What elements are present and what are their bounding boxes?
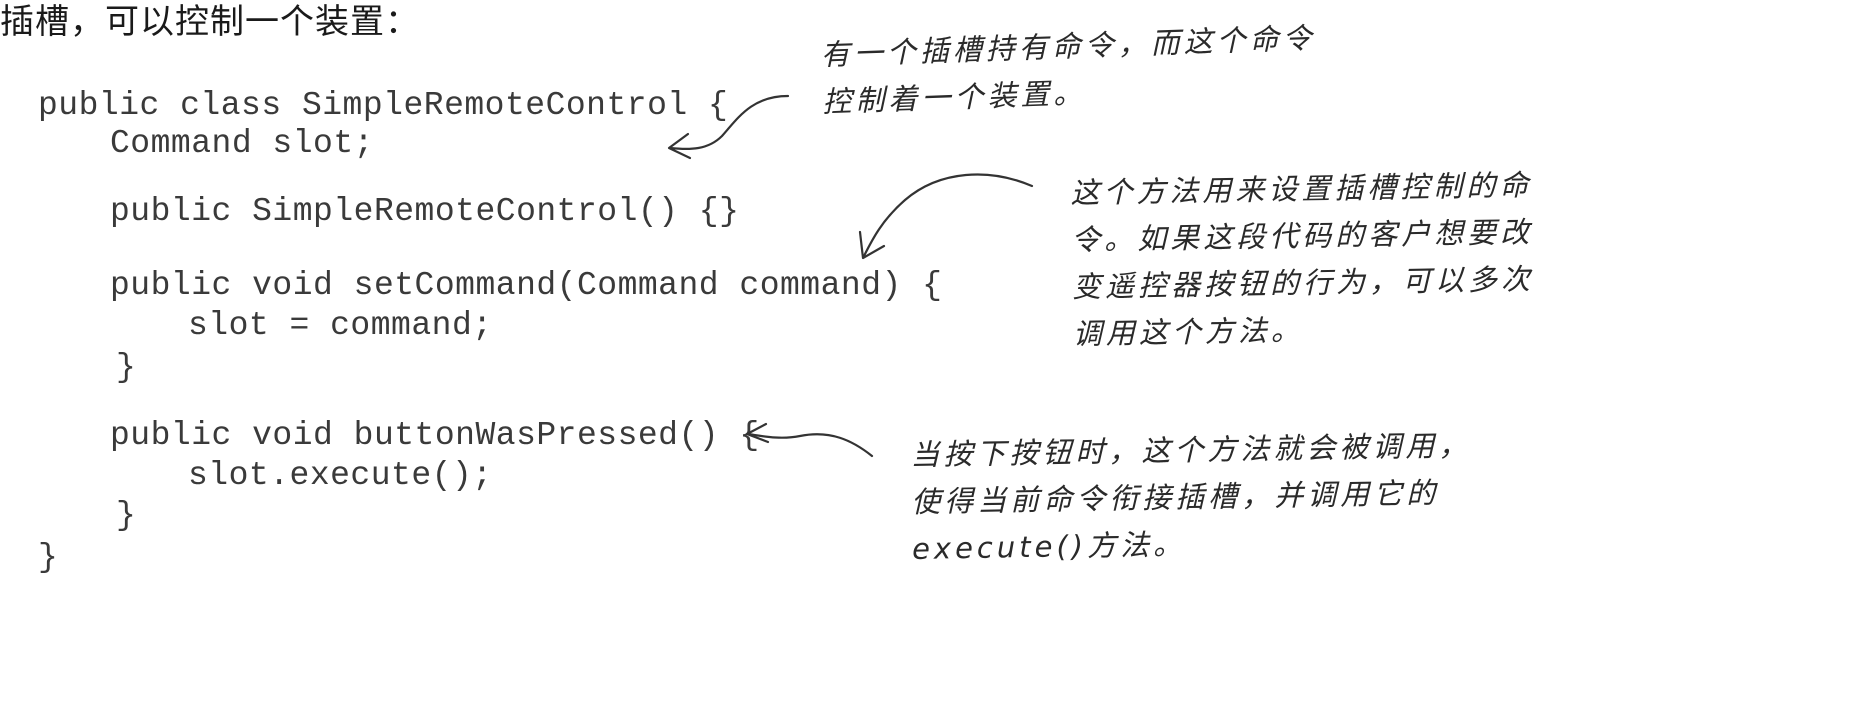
- annotation-button-pressed-line-3: execute()方法。: [911, 527, 1187, 566]
- intro-text: 插槽，可以控制一个装置：: [0, 2, 420, 42]
- arrowhead-slot-field: [667, 132, 692, 160]
- annotation-slot: 有一个插槽持有命令，而这个命令 控制着一个装置。: [820, 15, 1318, 126]
- code-line-buttonwaspressed-signature: public void buttonWasPressed() {: [110, 417, 760, 454]
- code-line-class-close: }: [38, 539, 59, 576]
- annotation-set-command-line-3: 变遥控器按钮的行为，可以多次: [1071, 261, 1535, 304]
- arrowhead-setcommand: [858, 230, 886, 260]
- code-line-buttonwaspressed-close: }: [116, 497, 137, 534]
- code-line-slot-field: Command slot;: [110, 125, 374, 162]
- code-line-setcommand-close: }: [116, 349, 137, 386]
- annotation-set-command: 这个方法用来设置插槽控制的命 令。如果这段代码的客户想要改 变遥控器按钮的行为，…: [1070, 162, 1535, 358]
- code-line-slot-assignment: slot = command;: [188, 307, 493, 344]
- arrow-to-buttonwaspressed: [746, 432, 874, 458]
- arrow-to-setcommand: [862, 173, 1034, 258]
- code-line-setcommand-signature: public void setCommand(Command command) …: [110, 267, 943, 304]
- code-line-slot-execute: slot.execute();: [188, 457, 493, 494]
- annotation-set-command-line-1: 这个方法用来设置插槽控制的命: [1070, 167, 1533, 210]
- annotation-button-pressed: 当按下按钮时，这个方法就会被调用， 使得当前命令衔接插槽，并调用它的 execu…: [910, 422, 1473, 573]
- annotation-button-pressed-line-2: 使得当前命令衔接插槽，并调用它的: [910, 475, 1440, 519]
- code-line-constructor: public SimpleRemoteControl() {}: [110, 193, 740, 230]
- code-line-class-declaration: public class SimpleRemoteControl {: [38, 87, 729, 124]
- annotation-set-command-line-4: 调用这个方法。: [1072, 312, 1305, 351]
- annotation-set-command-line-2: 令。如果这段代码的客户想要改: [1070, 214, 1534, 257]
